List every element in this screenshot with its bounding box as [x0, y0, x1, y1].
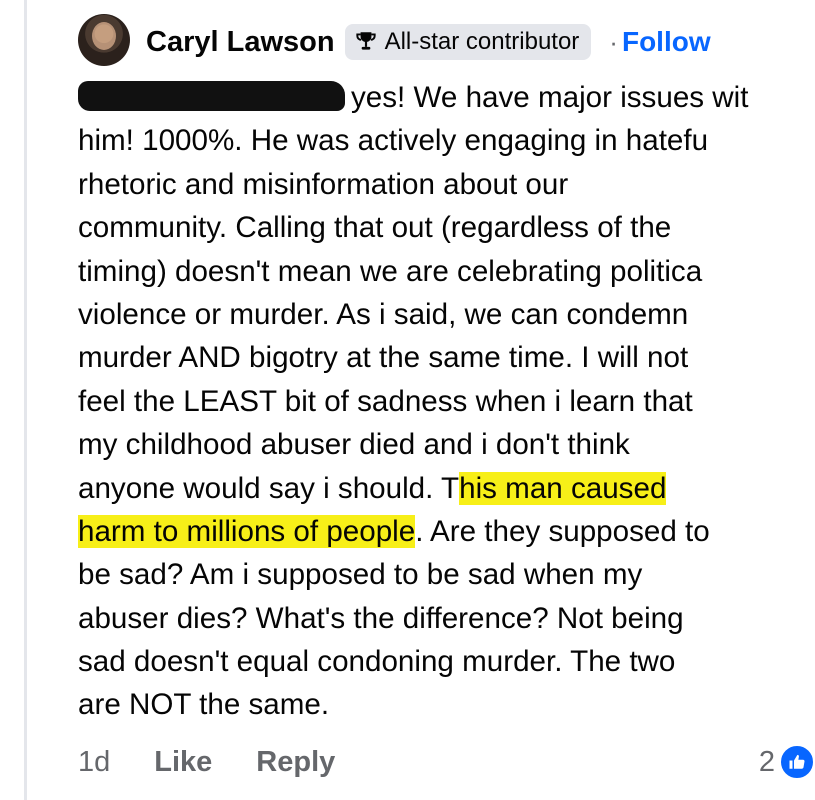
comment-line: be sad? Am i supposed to be sad when my: [78, 558, 643, 592]
author-name[interactable]: Caryl Lawson: [146, 26, 335, 59]
reaction-summary[interactable]: 2: [759, 740, 815, 784]
thumbs-up-icon: [779, 744, 815, 780]
badge-label: All-star contributor: [384, 28, 580, 55]
comment-line: timing) doesn't mean we are celebrating …: [78, 254, 703, 288]
comment-line-text: . Are they supposed to: [415, 514, 710, 548]
follow-button[interactable]: Follow: [622, 26, 711, 58]
comment-line: abuser dies? What's the difference? Not …: [78, 601, 684, 635]
like-button[interactable]: Like: [154, 746, 212, 779]
comment-line: harm to millions of people. Are they sup…: [78, 510, 815, 553]
contributor-badge[interactable]: All-star contributor: [344, 24, 592, 60]
follow-separator: ·: [609, 26, 618, 57]
highlighted-text: his man caused: [459, 471, 667, 505]
comment-line: rhetoric and misinformation about our: [78, 167, 569, 201]
comment-line: violence or murder. As i said, we can co…: [78, 297, 689, 331]
thread-line: [24, 0, 27, 800]
comment-line-text: anyone would say i should. T: [78, 471, 460, 505]
comment-line: are NOT the same.: [78, 688, 330, 722]
redaction-mark: [78, 81, 345, 111]
avatar[interactable]: [78, 14, 130, 66]
comment-line: sad doesn't equal condoning murder. The …: [78, 645, 676, 679]
comment-header: Caryl Lawson All-star contributor · Foll…: [146, 20, 711, 64]
comment-line: anyone would say i should. This man caus…: [78, 467, 815, 510]
comment-line: feel the LEAST bit of sadness when i lea…: [78, 384, 693, 418]
comment-line: my childhood abuser died and i don't thi…: [78, 428, 630, 462]
trophy-icon: [355, 32, 376, 50]
comment-line-text: yes! We have major issues wit: [351, 81, 749, 114]
comment-timestamp[interactable]: 1d: [78, 746, 110, 779]
comment-line: murder AND bigotry at the same time. I w…: [78, 341, 689, 375]
reaction-count: 2: [758, 745, 775, 778]
comment-line: community. Calling that out (regardless …: [78, 211, 672, 245]
comment-footer: 1d Like Reply 2: [78, 740, 815, 784]
comment-body: yes! We have major issues wit him! 1000%…: [78, 76, 815, 727]
comment-line: yes! We have major issues wit: [78, 76, 815, 119]
reply-button[interactable]: Reply: [256, 746, 335, 779]
comment-line: him! 1000%. He was actively engaging in …: [78, 124, 709, 158]
highlighted-text: harm to millions of people: [78, 514, 416, 548]
